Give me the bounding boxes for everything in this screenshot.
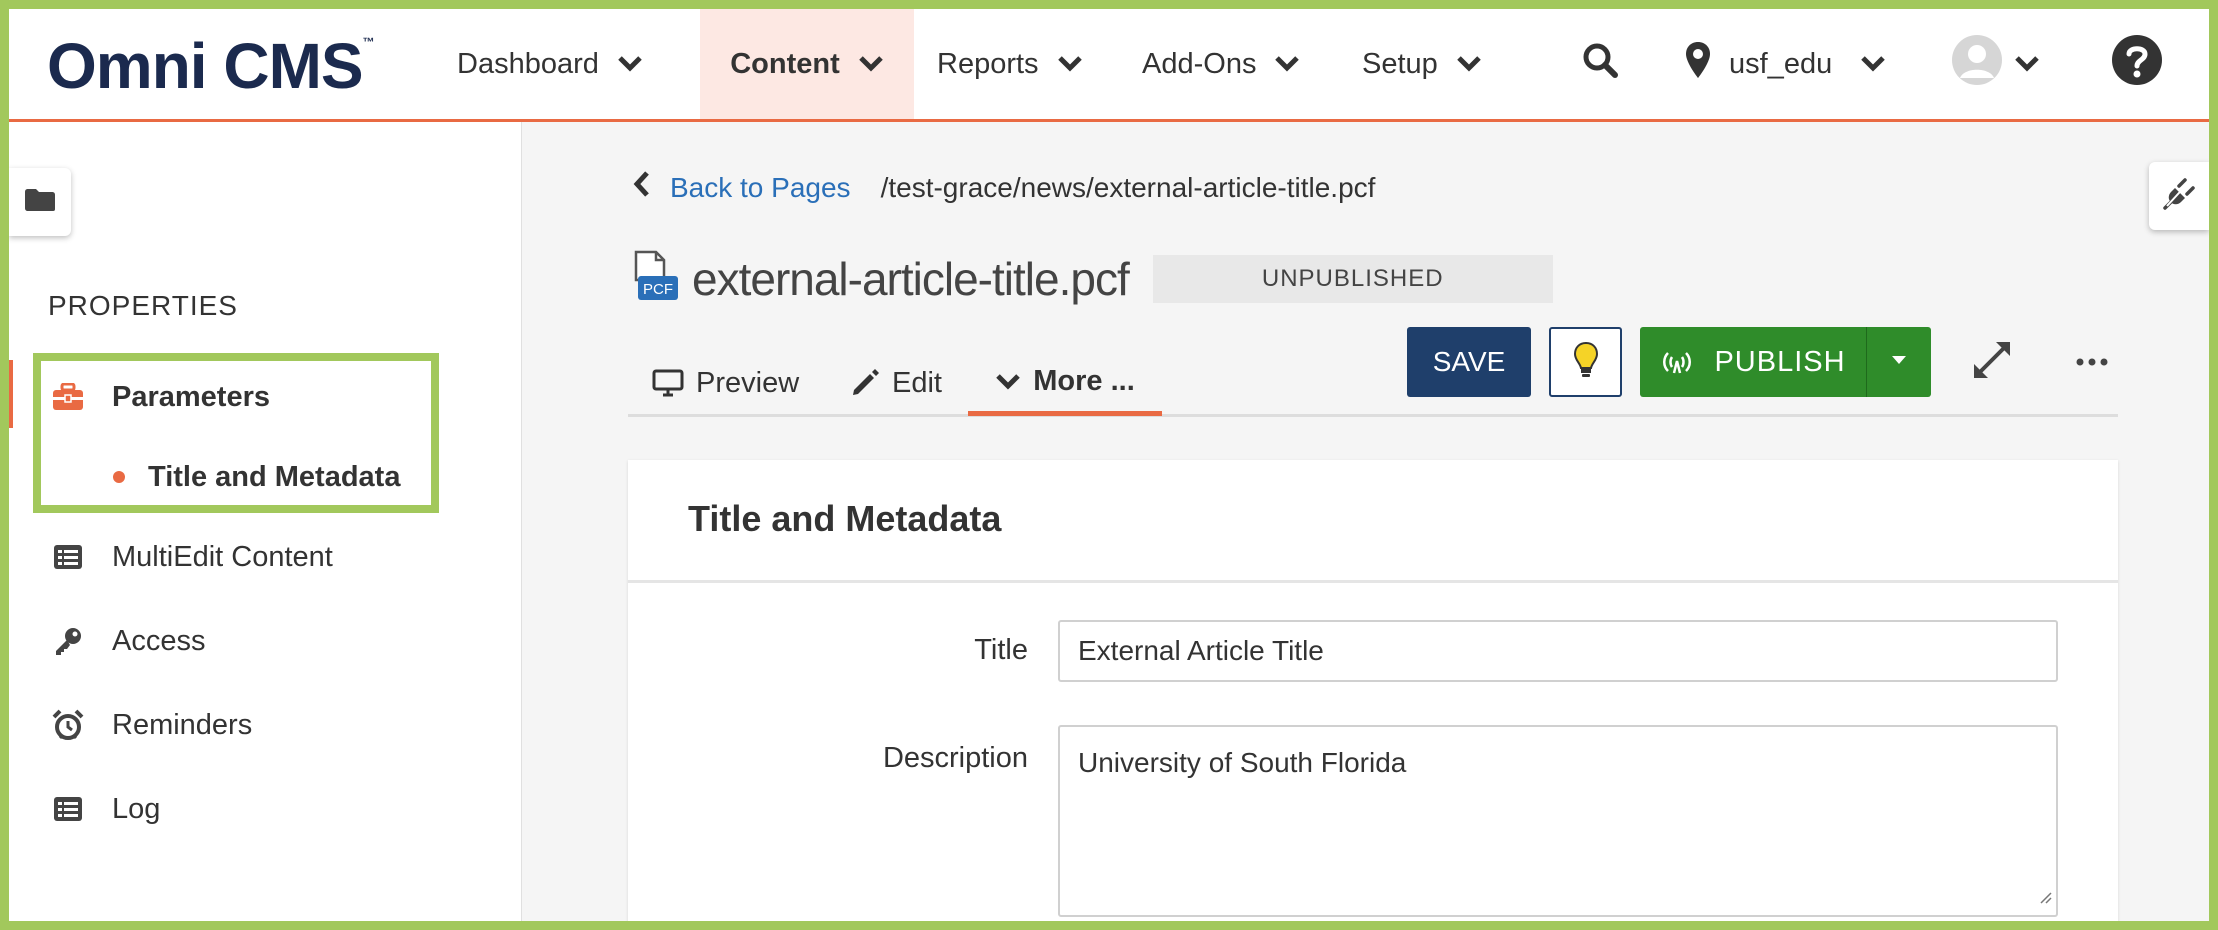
publish-options-button[interactable] [1866,327,1931,397]
description-label: Description [882,742,1028,774]
nav-add-ons-label: Add-Ons [1142,47,1257,80]
back-to-pages-link[interactable]: Back to Pages [670,172,851,204]
tab-label: More ... [1033,365,1135,397]
nav-dashboard-label: Dashboard [457,47,599,80]
nav-content[interactable]: Content [700,9,914,119]
nav-reports[interactable]: Reports [937,9,1083,119]
search-icon [1582,42,1618,86]
account-selector[interactable]: usf_edu [1685,9,1886,119]
file-title-row: PCF external-article-title.pcf UNPUBLISH… [632,250,1553,307]
highlight-box [33,353,439,513]
nav-add-ons[interactable]: Add-Ons [1142,9,1300,119]
nav-setup[interactable]: Setup [1362,9,1482,119]
sidebar-item-label: Reminders [112,708,253,741]
plug-icon [2163,177,2195,215]
nav-setup-label: Setup [1362,47,1438,80]
file-name: external-article-title.pcf [692,252,1130,305]
list-icon [51,796,85,822]
chevron-down-icon [1456,55,1482,73]
tab-more[interactable]: More ... [968,352,1162,416]
resize-handle-icon[interactable] [2036,879,2052,911]
main-content: Back to Pages /test-grace/news/external-… [522,122,2209,921]
title-label: Title [974,634,1028,666]
ellipsis-icon [2076,353,2108,371]
sidebar-item-label: MultiEdit Content [112,540,333,573]
top-navbar: Omni CMS™ Dashboard Content Reports Add-… [9,9,2209,122]
properties-sidebar: PROPERTIES Parameters Title and Metadata… [9,122,522,921]
pcf-badge-text: PCF [643,281,673,298]
sidebar-item-multiedit-content[interactable]: MultiEdit Content [9,522,449,592]
sidebar-item-access[interactable]: Access [9,606,449,676]
search-button[interactable] [1582,9,1618,119]
chevron-down-icon [2014,55,2040,73]
publish-label: PUBLISH [1714,345,1846,378]
sidebar-item-log[interactable]: Log [9,774,449,844]
sidebar-item-label: Log [112,792,161,825]
pencil-icon [850,368,880,398]
more-options-button[interactable] [2067,337,2117,387]
save-label: SAVE [1432,346,1506,377]
panel-title: Title and Metadata [688,498,1002,539]
gadgets-toggle[interactable] [2149,162,2209,230]
sidebar-item-reminders[interactable]: Reminders [9,690,449,760]
tips-button[interactable] [1549,327,1622,397]
fullscreen-button[interactable] [1967,337,2017,387]
title-input[interactable]: External Article Title [1058,620,2058,682]
chevron-down-icon [1860,55,1886,73]
tab-label: Edit [892,366,942,399]
save-button[interactable]: SAVE [1407,327,1531,397]
chevron-down-icon [1274,55,1300,73]
omni-cms-logo[interactable]: Omni CMS™ [47,29,375,103]
tab-preview[interactable]: Preview [652,352,799,414]
logo-trademark: ™ [362,35,375,49]
tab-edit[interactable]: Edit [850,352,942,414]
file-path: /test-grace/news/external-article-title.… [880,171,1376,203]
expand-icon [1972,340,2012,385]
breadcrumb: Back to Pages /test-grace/news/external-… [632,170,1375,205]
status-badge: UNPUBLISHED [1152,254,1553,303]
tab-label: Preview [696,366,800,399]
chevron-down-icon [995,373,1021,391]
file-browser-toggle[interactable] [9,168,71,236]
list-icon [51,544,85,570]
nav-reports-label: Reports [937,47,1039,80]
title-metadata-panel: Title and Metadata Title External Articl… [628,460,2118,921]
chevron-down-icon [858,55,884,73]
description-value: University of South Florida [1078,747,1407,778]
caret-down-icon [1890,353,1908,371]
sidebar-item-label: Access [112,624,206,657]
folder-icon [24,188,56,217]
chevron-down-icon [617,55,643,73]
panel-header: Title and Metadata [628,460,2118,583]
lightbulb-icon [1573,341,1599,384]
logo-text: Omni CMS [47,30,364,102]
chevron-down-icon [1057,55,1083,73]
account-name: usf_edu [1729,47,1833,80]
publish-button[interactable]: PUBLISH [1640,327,1866,397]
broadcast-icon [1660,349,1694,375]
nav-content-label: Content [730,47,840,80]
app-window: Omni CMS™ Dashboard Content Reports Add-… [0,0,2218,930]
key-icon [51,626,85,656]
nav-dashboard[interactable]: Dashboard [449,9,651,119]
properties-heading: PROPERTIES [48,290,238,321]
alarm-clock-icon [51,709,85,741]
chevron-left-icon[interactable] [632,170,650,205]
description-textarea[interactable]: University of South Florida [1058,725,2058,917]
avatar [1952,35,2002,93]
user-menu[interactable] [1952,9,2040,119]
help-icon [2111,34,2163,94]
pcf-file-icon: PCF [632,250,680,307]
monitor-icon [652,369,684,397]
help-button[interactable] [2111,9,2163,119]
map-pin-icon [1685,41,1711,87]
